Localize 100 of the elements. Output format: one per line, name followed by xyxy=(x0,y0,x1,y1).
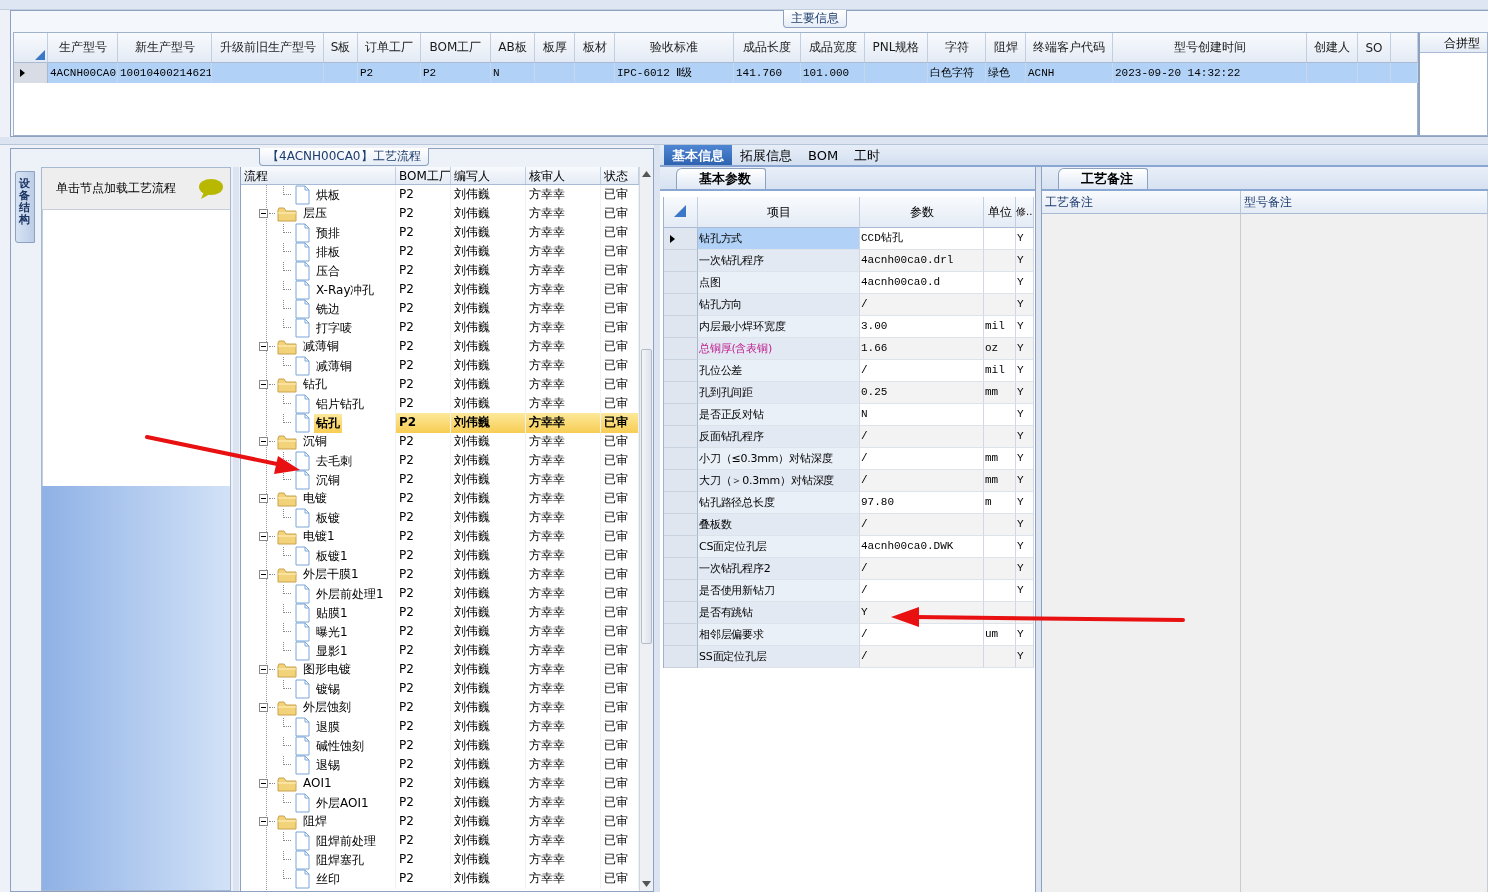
table-row[interactable]: 孔位公差 / mil Y xyxy=(664,360,1033,382)
table-row[interactable]: 是否有跳钻 Y xyxy=(664,602,1033,624)
tree-row[interactable]: 碱性蚀刻 P2 刘伟巍 方幸幸 已审 xyxy=(241,736,639,755)
table-row[interactable]: 总铜厚(含表铜) 1.66 oz Y xyxy=(664,338,1033,360)
column-header[interactable]: 板材 xyxy=(575,33,615,63)
collapse-icon[interactable] xyxy=(259,703,268,712)
collapse-icon[interactable] xyxy=(259,817,268,826)
table-row[interactable]: 孔到孔间距 0.25 mm Y xyxy=(664,382,1033,404)
table-row[interactable]: 叠板数 / Y xyxy=(664,514,1033,536)
table-row[interactable]: 大刀（＞0.3mm）对钻深度 / mm Y xyxy=(664,470,1033,492)
tab[interactable]: 工时 xyxy=(846,145,889,165)
table-row[interactable]: 一次钻孔程序 4acnh00ca0.drl Y xyxy=(664,250,1033,272)
table-row[interactable]: SS面定位孔层 / Y xyxy=(664,646,1033,668)
tree-row[interactable]: X-Ray冲孔 P2 刘伟巍 方幸幸 已审 xyxy=(241,280,639,299)
tree-row[interactable]: 显影1 P2 刘伟巍 方幸幸 已审 xyxy=(241,641,639,660)
column-header[interactable]: 阻焊 xyxy=(986,33,1026,63)
tree-row[interactable]: 沉铜 P2 刘伟巍 方幸幸 已审 xyxy=(241,432,639,451)
tree-row[interactable]: 外层前处理1 P2 刘伟巍 方幸幸 已审 xyxy=(241,584,639,603)
tab[interactable]: 工艺备注 xyxy=(1058,168,1148,189)
table-row[interactable]: 钻孔路径总长度 97.80 m Y xyxy=(664,492,1033,514)
table-row[interactable]: 是否使用新钻刀 / Y xyxy=(664,580,1033,602)
tree-row[interactable]: 阻焊 P2 刘伟巍 方幸幸 已审 xyxy=(241,812,639,831)
column-header[interactable]: 升级前旧生产型号 xyxy=(212,33,324,63)
column-header[interactable]: BOM工厂 xyxy=(421,33,491,63)
tree-row[interactable]: 丝印 P2 刘伟巍 方幸幸 已审 xyxy=(241,869,639,888)
tree-row[interactable]: 钻孔 P2 刘伟巍 方幸幸 已审 xyxy=(241,375,639,394)
collapse-icon[interactable] xyxy=(259,209,268,218)
tree-row[interactable]: 钻孔 P2 刘伟巍 方幸幸 已审 xyxy=(241,413,639,432)
collapse-icon[interactable] xyxy=(259,437,268,446)
table-row[interactable]: 相邻层偏要求 / um Y xyxy=(664,624,1033,646)
column-header[interactable]: 型号备注 xyxy=(1241,191,1488,214)
tree-row[interactable]: 电镀 P2 刘伟巍 方幸幸 已审 xyxy=(241,489,639,508)
collapse-icon[interactable] xyxy=(259,380,268,389)
tree-row[interactable]: 外层AOI1 P2 刘伟巍 方幸幸 已审 xyxy=(241,793,639,812)
column-header[interactable]: 编写人 xyxy=(451,167,526,184)
column-header[interactable]: 成品长度 xyxy=(734,33,801,63)
tree-row[interactable]: 打字唛 P2 刘伟巍 方幸幸 已审 xyxy=(241,318,639,337)
tab[interactable]: 基本参数 xyxy=(676,168,766,189)
column-header[interactable]: BOM工厂 xyxy=(396,167,451,184)
side-tab[interactable]: 设备结构 xyxy=(15,171,35,243)
tab[interactable]: 基本信息 xyxy=(664,145,732,165)
tree-row[interactable]: 镀锡 P2 刘伟巍 方幸幸 已审 xyxy=(241,679,639,698)
tree-row[interactable]: 电镀1 P2 刘伟巍 方幸幸 已审 xyxy=(241,527,639,546)
column-header[interactable]: 核审人 xyxy=(526,167,601,184)
tab[interactable]: 拓展信息 xyxy=(732,145,800,165)
tree-row[interactable]: 排板 P2 刘伟巍 方幸幸 已审 xyxy=(241,242,639,261)
column-header[interactable]: 订单工厂 xyxy=(358,33,421,63)
table-row[interactable]: CS面定位孔层 4acnh00ca0.DWK Y xyxy=(664,536,1033,558)
column-header[interactable]: SO xyxy=(1358,33,1391,63)
tree-row[interactable]: 外层干膜1 P2 刘伟巍 方幸幸 已审 xyxy=(241,565,639,584)
tree-row[interactable]: AOI1 P2 刘伟巍 方幸幸 已审 xyxy=(241,774,639,793)
collapse-icon[interactable] xyxy=(259,532,268,541)
column-header[interactable]: 修.. xyxy=(1016,197,1034,228)
column-header[interactable]: 创建人 xyxy=(1307,33,1358,63)
tree-row[interactable]: 阻焊塞孔 P2 刘伟巍 方幸幸 已审 xyxy=(241,850,639,869)
tree-row[interactable]: 退膜 P2 刘伟巍 方幸幸 已审 xyxy=(241,717,639,736)
table-row[interactable]: 4ACNH00CA0 10010400214621 P2 P2 N IPC-6012 Ⅱ级 141.760 101.000 白色字符 绿色 ACNH 2023-09-20 14:32:22 xyxy=(14,63,1417,83)
column-header[interactable]: 板厚 xyxy=(535,33,575,63)
collapse-icon[interactable] xyxy=(259,779,268,788)
column-header[interactable]: 单位 xyxy=(984,197,1016,228)
scrollbar[interactable] xyxy=(639,167,652,891)
column-header[interactable]: 参数 xyxy=(860,197,984,228)
tree-row[interactable]: 阻焊前处理 P2 刘伟巍 方幸幸 已审 xyxy=(241,831,639,850)
tree-row[interactable]: 贴膜1 P2 刘伟巍 方幸幸 已审 xyxy=(241,603,639,622)
tree-row[interactable]: 烘板 P2 刘伟巍 方幸幸 已审 xyxy=(241,185,639,204)
column-header[interactable]: 终端客户代码 xyxy=(1026,33,1113,63)
tree-row[interactable]: 预排 P2 刘伟巍 方幸幸 已审 xyxy=(241,223,639,242)
scroll-thumb[interactable] xyxy=(641,349,652,644)
tree-row[interactable]: 板镀1 P2 刘伟巍 方幸幸 已审 xyxy=(241,546,639,565)
column-header[interactable]: 成品宽度 xyxy=(801,33,865,63)
table-row[interactable]: 钻孔方式 CCD钻孔 Y xyxy=(664,228,1033,250)
table-row[interactable]: 内层最小焊环宽度 3.00 mil Y xyxy=(664,316,1033,338)
tab[interactable]: BOM xyxy=(800,145,847,165)
column-header[interactable]: S板 xyxy=(324,33,358,63)
column-header[interactable]: 项目 xyxy=(698,197,860,228)
column-header[interactable]: 工艺备注 xyxy=(1042,191,1241,214)
column-header[interactable]: AB板 xyxy=(491,33,535,63)
collapse-icon[interactable] xyxy=(259,665,268,674)
tree-row[interactable]: 压合 P2 刘伟巍 方幸幸 已审 xyxy=(241,261,639,280)
tree-row[interactable]: 层压 P2 刘伟巍 方幸幸 已审 xyxy=(241,204,639,223)
tree-row[interactable]: 曝光1 P2 刘伟巍 方幸幸 已审 xyxy=(241,622,639,641)
table-row[interactable]: 一次钻孔程序2 / Y xyxy=(664,558,1033,580)
column-header[interactable]: 验收标准 xyxy=(615,33,734,63)
column-header[interactable]: 新生产型号 xyxy=(118,33,212,63)
tree-row[interactable]: 减薄铜 P2 刘伟巍 方幸幸 已审 xyxy=(241,356,639,375)
column-header[interactable]: PNL规格 xyxy=(865,33,928,63)
table-row[interactable]: 钻孔方向 / Y xyxy=(664,294,1033,316)
column-header[interactable]: 流程 xyxy=(241,167,396,184)
table-row[interactable]: 小刀（≤0.3mm）对钻深度 / mm Y xyxy=(664,448,1033,470)
table-row[interactable]: 反面钻孔程序 / Y xyxy=(664,426,1033,448)
column-header[interactable]: 生产型号 xyxy=(48,33,118,63)
column-header[interactable]: 字符 xyxy=(928,33,986,63)
tree-row[interactable]: 铣边 P2 刘伟巍 方幸幸 已审 xyxy=(241,299,639,318)
tree-row[interactable]: 板镀 P2 刘伟巍 方幸幸 已审 xyxy=(241,508,639,527)
tree-row[interactable]: 减薄铜 P2 刘伟巍 方幸幸 已审 xyxy=(241,337,639,356)
table-row[interactable]: 是否正反对钻 N Y xyxy=(664,404,1033,426)
table-row[interactable]: 点图 4acnh00ca0.d Y xyxy=(664,272,1033,294)
collapse-icon[interactable] xyxy=(259,570,268,579)
collapse-icon[interactable] xyxy=(259,342,268,351)
tree-row[interactable]: 退锡 P2 刘伟巍 方幸幸 已审 xyxy=(241,755,639,774)
